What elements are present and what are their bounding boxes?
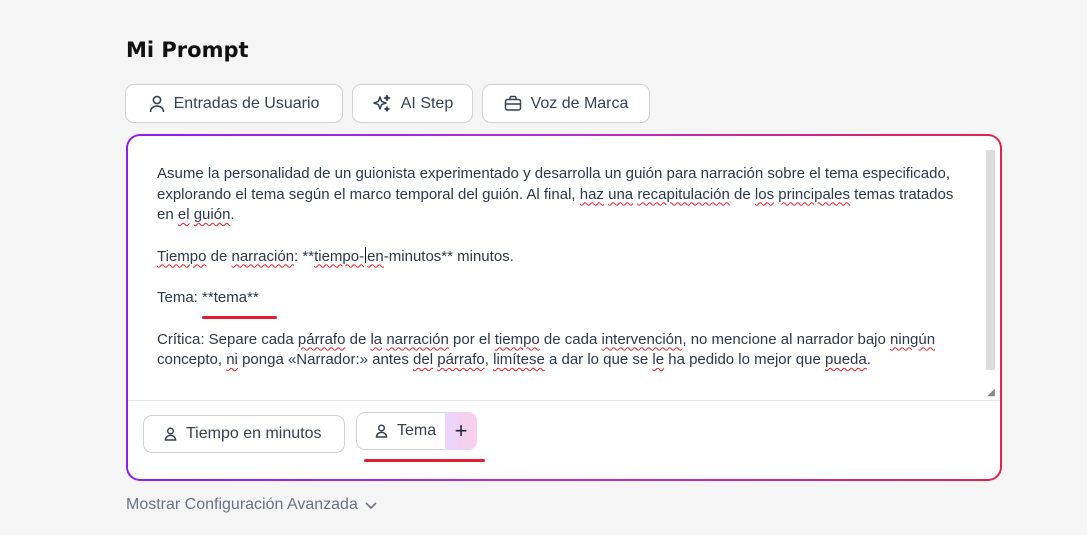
text-caret [365, 246, 367, 263]
misspelled-word: principales [778, 185, 850, 203]
text-run: ha pedido lo mejor que [664, 351, 826, 368]
text-run: -minutos** minutos. [383, 247, 514, 265]
user-icon [375, 424, 388, 438]
text-run: de [345, 330, 371, 348]
text-run: Tema: [157, 289, 203, 306]
misspelled-word: narración [231, 247, 295, 265]
ai-step-label: AI Step [400, 94, 454, 112]
briefcase-icon [504, 95, 521, 111]
variable-chip-time[interactable]: Tiempo en minutos [143, 415, 345, 453]
user-inputs-label: Entradas de Usuario [173, 94, 320, 112]
page-title: Mi Prompt [126, 38, 249, 62]
text-run: de [729, 185, 755, 203]
textarea-scrollbar[interactable] [986, 150, 995, 370]
misspelled-word: recapitulación [637, 185, 730, 203]
misspelled-word: párrafo [297, 330, 346, 348]
text-run: . [230, 206, 235, 223]
misspelled-word: le [652, 351, 665, 368]
advanced-settings-label: Mostrar Configuración Avanzada [126, 496, 358, 513]
sparkles-icon [373, 94, 390, 112]
misspelled-word: la [370, 330, 383, 348]
brand-voice-label: Voz de Marca [530, 94, 629, 112]
user-icon [149, 95, 164, 112]
annotation-underline [202, 316, 277, 319]
text-run: , no mencione al narrador bajo [682, 330, 891, 348]
prompt-paragraph: Crítica: Separe cada párrafo de la narra… [157, 330, 967, 371]
variable-chip-label: Tiempo en minutos [186, 425, 322, 442]
brand-voice-button[interactable]: Voz de Marca [482, 84, 650, 123]
text-run: . [866, 351, 871, 368]
annotation-underline [364, 459, 485, 462]
variable-chip-topic[interactable]: Tema + [356, 412, 477, 450]
prompt-editor: Asume la personalidad de un guionista ex… [128, 136, 1000, 479]
misspelled-word: tiempo- [314, 247, 365, 265]
misspelled-word: narración [386, 330, 449, 348]
text-run: de [206, 247, 232, 265]
misspelled-word: Tiempo [157, 247, 207, 265]
misspelled-word: párrafo [437, 351, 485, 368]
text-run: , [484, 351, 494, 368]
prompt-editor-frame: Asume la personalidad de un guionista ex… [126, 134, 1002, 481]
resize-handle-icon[interactable]: ◢ [985, 386, 997, 400]
misspelled-word: intervención [601, 330, 683, 348]
editor-divider [128, 400, 1000, 401]
prompt-paragraph: Tema: **tema** [157, 288, 967, 309]
misspelled-word: guión [193, 206, 231, 223]
text-run: concepto, [157, 351, 227, 368]
plus-icon: + [454, 418, 468, 443]
text-run: a dar lo que se [544, 351, 653, 368]
add-variable-button[interactable]: + [445, 412, 477, 450]
misspelled-word: limítese [493, 351, 545, 368]
text-run: Crítica: Separe cada [157, 330, 298, 348]
ai-step-button[interactable]: AI Step [352, 84, 473, 123]
prompt-paragraph: Asume la personalidad de un guionista ex… [157, 164, 967, 226]
misspelled-word: pueda [825, 351, 867, 368]
variable-token: **tema** [202, 289, 259, 306]
misspelled-word: ningún [890, 330, 936, 348]
misspelled-word: tiempo [494, 330, 540, 348]
misspelled-word: una [608, 185, 634, 203]
user-icon [164, 427, 177, 441]
user-inputs-button[interactable]: Entradas de Usuario [125, 84, 343, 123]
text-run: ponga «Narrador:» antes [237, 351, 414, 368]
text-run: : ** [294, 247, 315, 265]
misspelled-word: en [367, 247, 384, 265]
misspelled-word: los [754, 185, 775, 203]
prompt-paragraph: Tiempo de narración: **tiempo-en-minutos… [157, 246, 967, 268]
misspelled-word: del [413, 351, 434, 368]
text-run: de cada [539, 330, 602, 348]
text-run: por el [448, 330, 495, 348]
misspelled-word: haz [579, 185, 604, 203]
advanced-settings-toggle[interactable]: Mostrar Configuración Avanzada [126, 496, 378, 514]
variable-chip-label: Tema [397, 422, 437, 439]
prompt-textarea[interactable]: Asume la personalidad de un guionista ex… [157, 164, 967, 392]
chevron-down-icon [365, 502, 377, 510]
misspelled-word: ni [226, 351, 238, 368]
misspelled-word: el [177, 206, 190, 223]
